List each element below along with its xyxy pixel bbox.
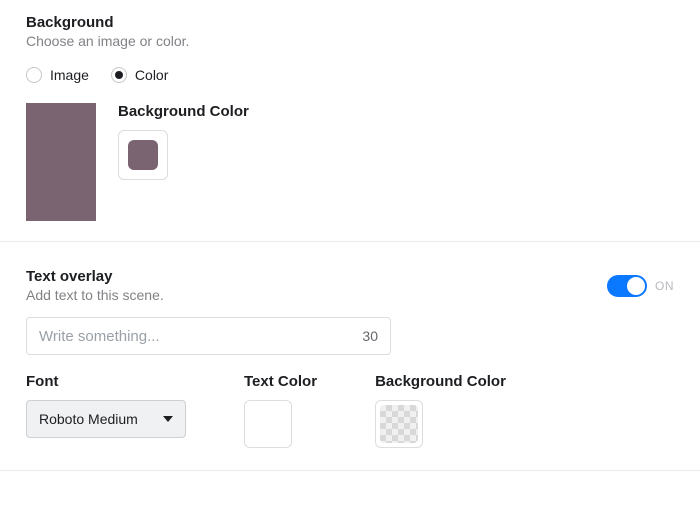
background-type-radio-group: Image Color bbox=[26, 67, 674, 83]
overlay-bg-color-label: Background Color bbox=[375, 373, 506, 390]
radio-image[interactable]: Image bbox=[26, 67, 89, 83]
text-overlay-title: Text overlay bbox=[26, 268, 164, 285]
radio-image-label: Image bbox=[50, 67, 89, 83]
background-subtitle: Choose an image or color. bbox=[26, 33, 674, 49]
radio-icon bbox=[111, 67, 127, 83]
radio-color[interactable]: Color bbox=[111, 67, 168, 83]
chevron-down-icon bbox=[163, 416, 173, 422]
radio-color-label: Color bbox=[135, 67, 168, 83]
background-color-label: Background Color bbox=[118, 103, 249, 120]
background-preview bbox=[26, 103, 96, 221]
text-overlay-subtitle: Add text to this scene. bbox=[26, 287, 164, 303]
overlay-text-input[interactable] bbox=[39, 328, 362, 345]
font-label: Font bbox=[26, 373, 186, 390]
overlay-text-field-wrapper: 30 bbox=[26, 317, 391, 355]
toggle-knob-icon bbox=[627, 277, 645, 295]
text-overlay-toggle[interactable] bbox=[607, 275, 647, 297]
overlay-bg-color-swatch[interactable] bbox=[375, 400, 423, 448]
background-color-swatch[interactable] bbox=[118, 130, 168, 180]
background-title: Background bbox=[26, 14, 674, 31]
radio-icon bbox=[26, 67, 42, 83]
text-color-label: Text Color bbox=[244, 373, 317, 390]
swatch-icon bbox=[128, 140, 158, 170]
toggle-state-label: ON bbox=[655, 279, 674, 293]
text-color-swatch[interactable] bbox=[244, 400, 292, 448]
char-counter: 30 bbox=[362, 328, 378, 344]
transparent-icon bbox=[380, 405, 418, 443]
font-select-value: Roboto Medium bbox=[39, 411, 138, 427]
section-divider bbox=[0, 470, 700, 471]
font-select[interactable]: Roboto Medium bbox=[26, 400, 186, 438]
